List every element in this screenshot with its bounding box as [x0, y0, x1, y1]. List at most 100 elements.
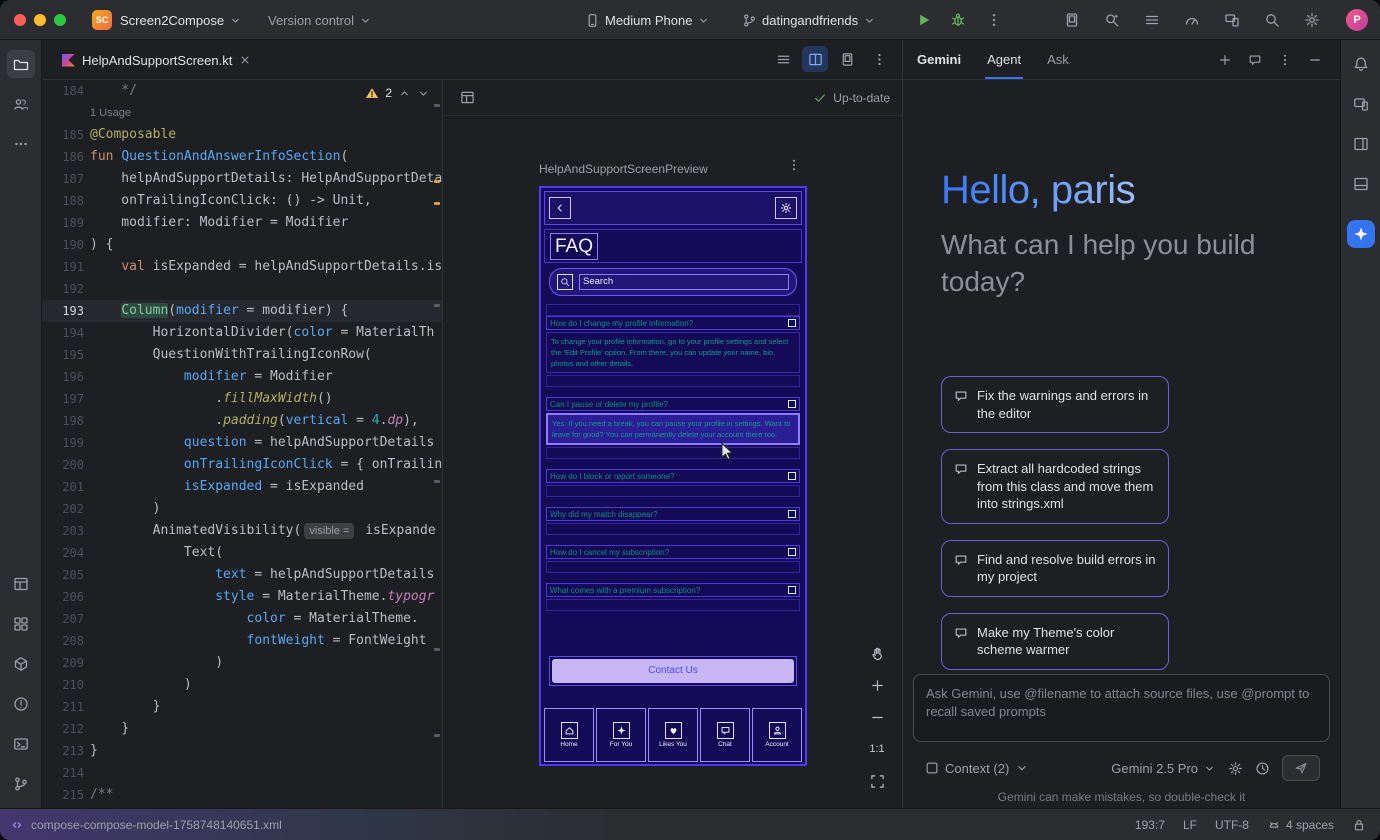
zoom-to-fit-button[interactable] — [864, 768, 890, 794]
gemini-controls: Context (2) Gemini 2.5 Pro — [913, 754, 1330, 782]
running-devices-icon[interactable] — [1347, 90, 1375, 118]
caret-position[interactable]: 193:7 — [1135, 818, 1165, 832]
device-explorer-icon[interactable] — [1347, 170, 1375, 198]
indent-setting[interactable]: 4 spaces — [1267, 818, 1334, 832]
app-insights-icon[interactable] — [1347, 130, 1375, 158]
version-control-icon[interactable] — [7, 770, 35, 798]
preview-options-button[interactable] — [783, 154, 805, 176]
nav-for-you: For You — [596, 708, 646, 762]
line-number: 200 — [52, 454, 84, 476]
project-selector[interactable]: Screen2Compose — [120, 0, 242, 40]
gemini-settings-icon[interactable] — [1228, 761, 1243, 776]
line-number: 185 — [52, 124, 84, 146]
pan-button[interactable] — [864, 640, 890, 666]
code-text: color = MaterialTheme. — [90, 608, 419, 630]
branch-selector[interactable]: datingandfriends — [742, 0, 876, 40]
faq-question-row: How do I cancel my subscription? — [546, 545, 800, 559]
line-separator[interactable]: LF — [1183, 818, 1197, 832]
suggestion-card[interactable]: Extract all hardcoded strings from this … — [941, 449, 1169, 524]
context-selector[interactable]: Context (2) — [925, 761, 1029, 776]
chevron-up-icon[interactable] — [398, 87, 411, 100]
layout-inspector-icon[interactable] — [1058, 6, 1086, 34]
layout-validation-icon[interactable] — [7, 570, 35, 598]
suggestion-card[interactable]: Find and resolve build errors in my proj… — [941, 540, 1169, 597]
preview-layout-button[interactable] — [455, 86, 479, 110]
notifications-icon[interactable] — [1347, 50, 1375, 78]
code-lines: 184 */1 Usage185@Composable186fun Questi… — [42, 80, 442, 806]
code-text: */ — [90, 80, 137, 102]
code-text: modifier = Modifier — [90, 366, 333, 388]
tab-agent[interactable]: Agent — [987, 40, 1021, 79]
new-chat-button[interactable] — [1214, 49, 1236, 71]
problems-icon[interactable] — [7, 690, 35, 718]
code-line: 205 text = helpAndSupportDetails — [42, 564, 442, 586]
split-view-button[interactable] — [802, 46, 828, 72]
resource-manager-icon[interactable] — [7, 610, 35, 638]
traffic-light-close[interactable] — [14, 14, 26, 26]
file-encoding[interactable]: UTF-8 — [1215, 818, 1249, 832]
model-selector[interactable]: Gemini 2.5 Pro — [1111, 761, 1216, 776]
minus-icon — [870, 710, 885, 725]
editor-tab[interactable]: HelpAndSupportScreen.kt — [52, 40, 261, 80]
android-icon — [1267, 818, 1281, 832]
more-tool-windows-icon[interactable] — [7, 130, 35, 158]
zoom-in-button[interactable] — [864, 672, 890, 698]
debug-button[interactable] — [944, 6, 972, 34]
scrollbar-warning-mark — [434, 180, 440, 183]
usage-hint[interactable]: 1 Usage — [90, 102, 131, 124]
code-line: 191 val isExpanded = helpAndSupportDetai… — [42, 256, 442, 278]
line-number: 187 — [52, 168, 84, 190]
send-icon — [1294, 761, 1308, 775]
ai-search-icon[interactable] — [1098, 6, 1126, 34]
history-icon[interactable] — [1255, 761, 1270, 776]
hide-panel-button[interactable] — [1304, 49, 1326, 71]
line-number: 190 — [52, 234, 84, 256]
panel-options-button[interactable] — [1274, 49, 1296, 71]
list-divider — [546, 304, 800, 316]
kebab-icon — [1278, 53, 1292, 67]
code-text: fun QuestionAndAnswerInfoSection( — [90, 146, 348, 168]
zoom-out-button[interactable] — [864, 704, 890, 730]
search-icon — [557, 274, 573, 290]
more-actions-button[interactable] — [980, 6, 1008, 34]
traffic-light-zoom[interactable] — [54, 14, 66, 26]
close-icon[interactable] — [239, 54, 251, 66]
preview-canvas[interactable]: HelpAndSupportScreenPreview FAQ Search H… — [443, 116, 902, 808]
list-divider — [546, 485, 800, 497]
traffic-light-minimize[interactable] — [34, 14, 46, 26]
line-number: 211 — [52, 696, 84, 718]
logcat-icon[interactable] — [1138, 6, 1166, 34]
code-line: 203 AnimatedVisibility(visible = isExpan… — [42, 520, 442, 542]
profiler-icon[interactable] — [1178, 6, 1206, 34]
zoom-actual-size-button[interactable]: 1:1 — [864, 736, 890, 762]
suggestion-card[interactable]: Make my Theme's color scheme warmer — [941, 613, 1169, 670]
chevron-down-icon[interactable] — [417, 87, 430, 100]
terminal-icon[interactable] — [7, 730, 35, 758]
send-button[interactable] — [1282, 755, 1320, 781]
version-control-selector[interactable]: Version control — [268, 0, 372, 40]
device-manager-icon[interactable] — [1218, 6, 1246, 34]
editor-options-button[interactable] — [866, 46, 892, 72]
device-selector[interactable]: Medium Phone — [585, 0, 710, 40]
code-view-button[interactable] — [770, 46, 796, 72]
settings-icon[interactable] — [1298, 6, 1326, 34]
scrollbar-mark — [434, 734, 440, 737]
gemini-icon[interactable] — [1347, 220, 1375, 248]
gemini-input[interactable]: Ask Gemini, use @filename to attach sour… — [913, 674, 1330, 742]
chat-history-button[interactable] — [1244, 49, 1266, 71]
gemini-disclaimer: Gemini can make mistakes, so double-chec… — [903, 790, 1340, 804]
device-frame-icon — [840, 52, 855, 67]
readonly-toggle[interactable] — [1352, 818, 1366, 832]
tab-ask[interactable]: Ask — [1047, 40, 1069, 79]
code-editor[interactable]: 184 */1 Usage185@Composable186fun Questi… — [42, 80, 442, 808]
pull-requests-icon[interactable] — [7, 90, 35, 118]
inspection-widget[interactable]: 2 — [361, 84, 434, 102]
project-icon[interactable] — [7, 50, 35, 78]
search-icon[interactable] — [1258, 6, 1286, 34]
pull-requests-icon — [13, 96, 29, 112]
run-button[interactable] — [910, 6, 938, 34]
suggestion-card[interactable]: Fix the warnings and errors in the edito… — [941, 376, 1169, 433]
build-icon[interactable] — [7, 650, 35, 678]
profile-avatar[interactable]: P — [1346, 9, 1368, 31]
design-view-button[interactable] — [834, 46, 860, 72]
